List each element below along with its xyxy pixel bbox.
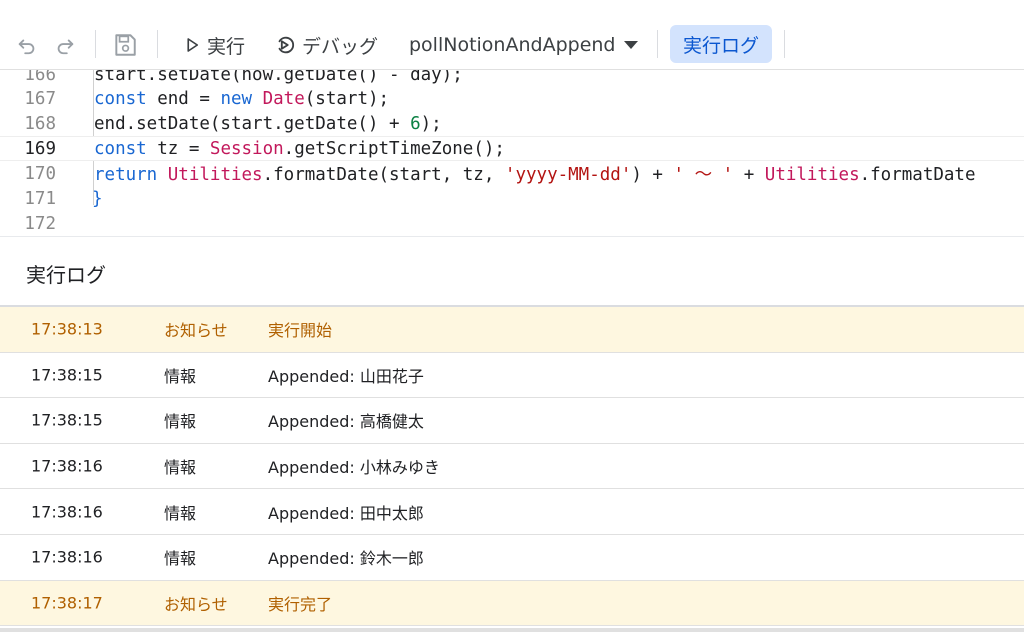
log-table: 17:38:13 お知らせ 実行開始 17:38:15 情報 Appended:… — [0, 305, 1024, 627]
toolbar-divider — [95, 30, 96, 58]
toolbar-divider — [657, 30, 658, 58]
log-time: 17:38:16 — [31, 456, 103, 476]
execution-log-panel: 実行ログ 17:38:13 お知らせ 実行開始 17:38:15 情報 Appe… — [0, 236, 1024, 632]
log-row: 17:38:17 お知らせ 実行完了 — [0, 580, 1024, 627]
log-message: Appended: 高橋健太 — [268, 412, 424, 432]
log-level: 情報 — [164, 458, 197, 478]
log-message: 実行開始 — [268, 321, 333, 341]
code-text: return Utilities.formatDate(start, tz, '… — [94, 165, 976, 185]
run-button[interactable]: 実行 — [183, 30, 245, 60]
toolbar-divider — [157, 30, 158, 58]
log-time: 17:38:15 — [31, 365, 103, 385]
line-number: 169 — [24, 138, 56, 159]
debug-icon — [278, 36, 295, 54]
code-line: 166 start.setDate(now.getDate() - day); — [0, 70, 1024, 87]
code-line: 172 — [0, 211, 1024, 236]
debug-label: デバッグ — [302, 35, 379, 58]
code-text: start.setDate(now.getDate() - day); — [94, 70, 463, 85]
debug-button[interactable]: デバッグ — [274, 30, 378, 60]
log-panel-title: 実行ログ — [26, 263, 106, 287]
line-number: 167 — [24, 88, 56, 109]
line-number: 172 — [24, 213, 56, 234]
log-level: 情報 — [164, 366, 197, 386]
log-row: 17:38:15 情報 Appended: 高橋健太 — [0, 398, 1024, 444]
code-text: const tz = Session.getScriptTimeZone(); — [94, 138, 505, 159]
line-number: 170 — [24, 163, 56, 184]
code-line: 170 return Utilities.formatDate(start, t… — [0, 161, 1024, 186]
code-line: 171 } — [0, 186, 1024, 211]
log-message: Appended: 小林みゆき — [268, 458, 440, 478]
function-select[interactable]: pollNotionAndAppend — [409, 30, 638, 60]
log-row: 17:38:15 情報 Appended: 山田花子 — [0, 353, 1024, 399]
function-name: pollNotionAndAppend — [409, 34, 616, 56]
code-line: 168 end.setDate(start.getDate() + 6); — [0, 111, 1024, 136]
log-row: 17:38:16 情報 Appended: 小林みゆき — [0, 444, 1024, 490]
run-label: 実行 — [207, 35, 246, 58]
line-number: 166 — [24, 70, 56, 85]
log-level: 情報 — [164, 503, 197, 523]
code-editor[interactable]: 166 start.setDate(now.getDate() - day); … — [0, 70, 1024, 236]
execution-log-toggle[interactable]: 実行ログ — [670, 25, 772, 63]
log-time: 17:38:16 — [31, 547, 103, 567]
play-icon — [187, 38, 199, 52]
log-level: お知らせ — [164, 594, 228, 614]
log-message: Appended: 田中太郎 — [268, 503, 424, 523]
log-time: 17:38:16 — [31, 502, 103, 522]
toolbar-divider — [784, 30, 785, 58]
save-icon[interactable] — [110, 30, 140, 60]
log-level: お知らせ — [164, 321, 228, 341]
log-level: 情報 — [164, 549, 197, 569]
code-text: end.setDate(start.getDate() + 6); — [94, 113, 442, 134]
code-line-current: 169 const tz = Session.getScriptTimeZone… — [0, 136, 1024, 161]
code-text: } — [92, 188, 103, 209]
log-time: 17:38:15 — [31, 410, 103, 430]
log-row: 17:38:16 情報 Appended: 鈴木一郎 — [0, 535, 1024, 581]
line-number: 171 — [24, 188, 56, 209]
log-time: 17:38:17 — [31, 593, 103, 613]
line-number: 168 — [24, 113, 56, 134]
log-level: 情報 — [164, 412, 197, 432]
log-toggle-label: 実行ログ — [682, 34, 759, 57]
log-time: 17:38:13 — [31, 319, 103, 339]
undo-icon[interactable] — [14, 32, 40, 58]
caret-down-icon — [623, 41, 638, 49]
log-row: 17:38:16 情報 Appended: 田中太郎 — [0, 489, 1024, 535]
toolbar: 実行 デバッグ pollNotionAndAppend 実行ログ — [0, 0, 1024, 70]
panel-bottom-border — [0, 628, 1024, 632]
log-message: 実行完了 — [268, 594, 333, 614]
code-line: 167 const end = new Date(start); — [0, 86, 1024, 111]
code-text: const end = new Date(start); — [94, 88, 390, 109]
redo-icon[interactable] — [52, 32, 78, 58]
log-message: Appended: 山田花子 — [268, 366, 424, 386]
log-row: 17:38:13 お知らせ 実行開始 — [0, 307, 1024, 353]
log-message: Appended: 鈴木一郎 — [268, 549, 424, 569]
